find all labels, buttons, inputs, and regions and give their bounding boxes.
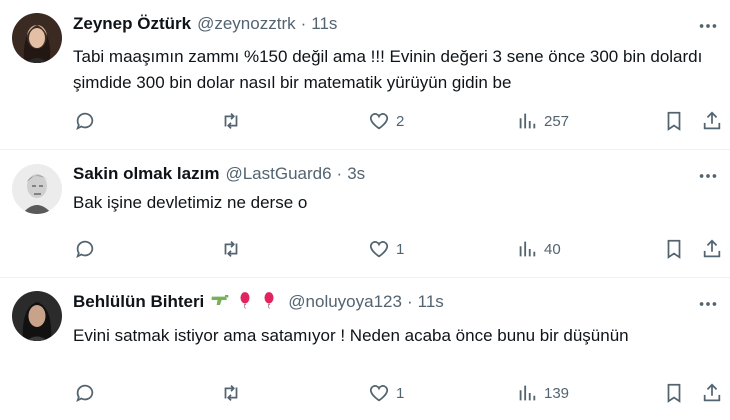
timestamp[interactable]: 11s: [418, 292, 444, 312]
views-chart-icon: [519, 113, 536, 129]
author-handle[interactable]: @LastGuard6: [225, 164, 331, 184]
like-button[interactable]: 1: [368, 236, 404, 262]
tweet-header: Zeynep Öztürk @zeynozztrk · 11s: [73, 12, 730, 36]
avatar[interactable]: [12, 13, 62, 63]
like-button[interactable]: 1: [368, 380, 404, 406]
reply-button[interactable]: [74, 380, 96, 406]
tweet-header: Sakin olmak lazım @LastGuard6 · 3s: [73, 162, 730, 186]
retweet-button[interactable]: [220, 380, 242, 406]
share-button[interactable]: [701, 236, 723, 262]
views-button[interactable]: 139: [516, 380, 569, 406]
tweet[interactable]: Behlülün Bihteri @noluyoya123 · 11s Evin…: [0, 278, 730, 420]
tweet-header: Behlülün Bihteri @noluyoya123 · 11s: [73, 290, 730, 314]
view-count: 257: [544, 112, 570, 130]
balloon-icon: [260, 290, 278, 315]
separator-dot: ·: [300, 14, 307, 33]
tweet-text: Tabi maaşımın zammı %150 değil ama !!! E…: [73, 47, 703, 92]
bookmark-icon: [667, 239, 681, 259]
bookmark-button[interactable]: [663, 108, 685, 134]
reply-icon: [76, 384, 94, 403]
more-options-icon[interactable]: [696, 14, 720, 38]
bookmark-icon: [667, 383, 681, 403]
portrait-sketch-avatar-image: [12, 164, 62, 214]
retweet-button[interactable]: [220, 108, 242, 134]
share-icon: [703, 111, 721, 130]
like-count: 2: [396, 112, 405, 130]
heart-icon: [369, 385, 389, 402]
action-bar: 2 257: [70, 108, 730, 134]
views-chart-icon: [519, 241, 536, 257]
heart-icon: [369, 241, 389, 258]
water-pistol-icon: [210, 290, 230, 315]
share-icon: [703, 239, 721, 258]
woman-portrait-avatar-image: [12, 291, 62, 341]
share-button[interactable]: [701, 380, 723, 406]
timestamp[interactable]: 3s: [347, 164, 365, 184]
separator-dot: ·: [336, 164, 343, 183]
more-options-icon[interactable]: [696, 292, 720, 316]
share-icon: [703, 383, 721, 402]
timestamp[interactable]: 11s: [311, 14, 337, 34]
separator-dot: ·: [406, 292, 413, 311]
retweet-icon: [224, 385, 238, 401]
action-bar: 1 139: [70, 380, 730, 406]
bookmark-button[interactable]: [663, 236, 685, 262]
reply-button[interactable]: [74, 236, 96, 262]
tweet[interactable]: Zeynep Öztürk @zeynozztrk · 11s Tabi maa…: [0, 0, 730, 150]
view-count: 40: [544, 240, 561, 258]
tweet-text: Evini satmak istiyor ama satamıyor ! Ned…: [73, 326, 629, 345]
share-button[interactable]: [701, 108, 723, 134]
reply-icon: [76, 112, 94, 131]
view-count: 139: [544, 384, 570, 402]
like-button[interactable]: 2: [368, 108, 404, 134]
views-chart-icon: [519, 385, 536, 401]
author-handle[interactable]: @zeynozztrk: [197, 14, 296, 34]
like-count: 1: [396, 240, 405, 258]
retweet-icon: [224, 113, 238, 129]
author-name[interactable]: Sakin olmak lazım: [73, 164, 219, 184]
reply-button[interactable]: [74, 108, 96, 134]
heart-icon: [369, 113, 389, 130]
like-count: 1: [396, 384, 405, 402]
avatar[interactable]: [12, 164, 62, 214]
views-button[interactable]: 257: [516, 108, 569, 134]
bookmark-icon: [667, 111, 681, 131]
action-bar: 1 40: [70, 236, 730, 262]
tweet-text: Bak işine devletimiz ne derse o: [73, 193, 308, 212]
woman-dark-hair-avatar-image: [12, 13, 62, 63]
more-options-icon[interactable]: [696, 164, 720, 188]
retweet-icon: [224, 241, 238, 257]
retweet-button[interactable]: [220, 236, 242, 262]
reply-icon: [76, 240, 94, 259]
balloon-icon: [236, 290, 254, 315]
author-name[interactable]: Behlülün Bihteri: [73, 292, 204, 312]
author-name[interactable]: Zeynep Öztürk: [73, 14, 191, 34]
bookmark-button[interactable]: [663, 380, 685, 406]
avatar[interactable]: [12, 291, 62, 341]
tweet[interactable]: Sakin olmak lazım @LastGuard6 · 3s Bak i…: [0, 150, 730, 278]
views-button[interactable]: 40: [516, 236, 561, 262]
author-handle[interactable]: @noluyoya123: [288, 292, 402, 312]
